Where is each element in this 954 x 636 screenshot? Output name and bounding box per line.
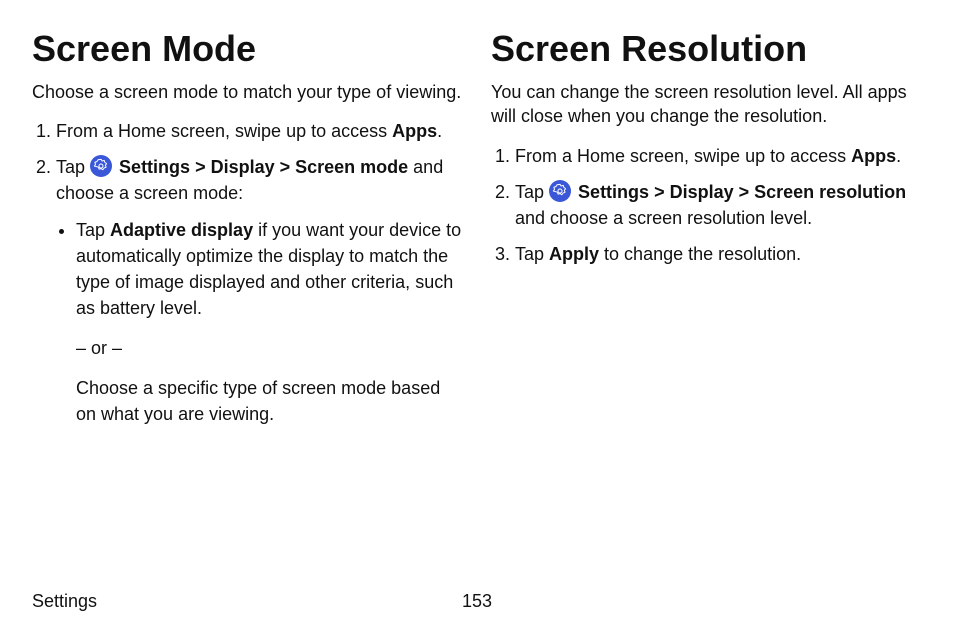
step-2-display-bold: Display bbox=[211, 157, 275, 177]
res-step-2-sep1: > bbox=[649, 182, 670, 202]
step-2-screenmode-bold: Screen mode bbox=[295, 157, 408, 177]
res-step-1-prefix: From a Home screen, swipe up to access bbox=[515, 146, 851, 166]
intro-screen-resolution: You can change the screen resolution lev… bbox=[491, 80, 922, 129]
step-1: From a Home screen, swipe up to access A… bbox=[56, 118, 463, 144]
res-step-1-suffix: . bbox=[896, 146, 901, 166]
step-2: Tap Settings > Display > Screen mode and… bbox=[56, 154, 463, 427]
footer-page-number: 153 bbox=[32, 591, 922, 612]
intro-screen-mode: Choose a screen mode to match your type … bbox=[32, 80, 463, 104]
steps-screen-mode: From a Home screen, swipe up to access A… bbox=[32, 118, 463, 427]
step-2-sep1: > bbox=[190, 157, 211, 177]
res-step-1-apps-bold: Apps bbox=[851, 146, 896, 166]
step-1-text-prefix: From a Home screen, swipe up to access bbox=[56, 121, 392, 141]
res-step-2-settings-bold: Settings bbox=[578, 182, 649, 202]
two-column-layout: Screen Mode Choose a screen mode to matc… bbox=[32, 28, 922, 437]
res-step-1: From a Home screen, swipe up to access A… bbox=[515, 143, 922, 169]
step-2-prefix: Tap bbox=[56, 157, 90, 177]
res-step-3-suffix: to change the resolution. bbox=[599, 244, 801, 264]
step-1-apps-bold: Apps bbox=[392, 121, 437, 141]
res-step-2-suffix: and choose a screen resolution level. bbox=[515, 208, 812, 228]
gear-icon bbox=[90, 155, 112, 177]
bullet-adaptive: Tap Adaptive display if you want your de… bbox=[76, 217, 463, 428]
column-screen-resolution: Screen Resolution You can change the scr… bbox=[491, 28, 922, 437]
res-step-2-screenres-bold: Screen resolution bbox=[754, 182, 906, 202]
bullet-bold: Adaptive display bbox=[110, 220, 253, 240]
step-1-text-suffix: . bbox=[437, 121, 442, 141]
res-step-3: Tap Apply to change the resolution. bbox=[515, 241, 922, 267]
manual-page: Screen Mode Choose a screen mode to matc… bbox=[0, 0, 954, 636]
step-2-sublist: Tap Adaptive display if you want your de… bbox=[56, 217, 463, 428]
bullet-alt: Choose a specific type of screen mode ba… bbox=[76, 375, 463, 427]
page-footer: Settings 153 bbox=[32, 591, 922, 612]
res-step-2-sep2: > bbox=[734, 182, 755, 202]
res-step-2-display-bold: Display bbox=[670, 182, 734, 202]
column-screen-mode: Screen Mode Choose a screen mode to matc… bbox=[32, 28, 463, 437]
step-2-settings-bold: Settings bbox=[119, 157, 190, 177]
res-step-3-apply-bold: Apply bbox=[549, 244, 599, 264]
heading-screen-resolution: Screen Resolution bbox=[491, 28, 922, 70]
steps-screen-resolution: From a Home screen, swipe up to access A… bbox=[491, 143, 922, 267]
or-separator: – or – bbox=[76, 335, 463, 361]
res-step-3-prefix: Tap bbox=[515, 244, 549, 264]
res-step-2: Tap Settings > Display > Screen resoluti… bbox=[515, 179, 922, 231]
heading-screen-mode: Screen Mode bbox=[32, 28, 463, 70]
res-step-2-prefix: Tap bbox=[515, 182, 549, 202]
gear-icon bbox=[549, 180, 571, 202]
bullet-prefix: Tap bbox=[76, 220, 110, 240]
step-2-sep2: > bbox=[275, 157, 296, 177]
